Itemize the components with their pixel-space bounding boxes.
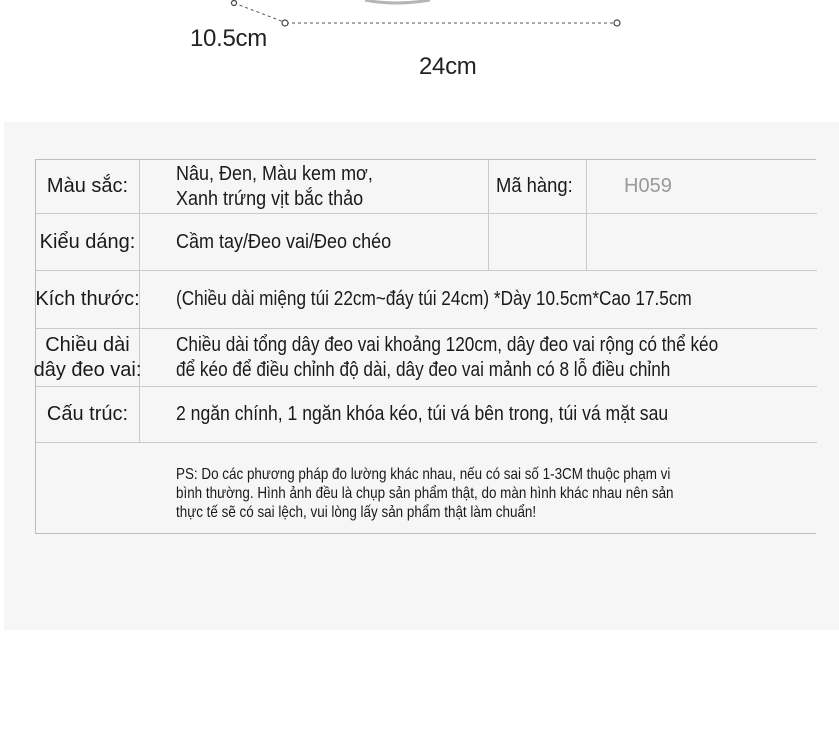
column-divider: [488, 214, 489, 270]
note-text: PS: Do các phương pháp đo lường khác nha…: [176, 465, 674, 521]
table-row-style: Kiểu dáng: Cầm tay/Đeo vai/Đeo chéo: [36, 214, 817, 271]
code-value: H059: [624, 175, 672, 197]
size-value: (Chiều dài miệng túi 22cm~đáy túi 24cm) …: [176, 288, 692, 310]
style-value: Cầm tay/Đeo vai/Đeo chéo: [176, 230, 392, 253]
table-row-size: Kích thước: (Chiều dài miệng túi 22cm~đá…: [35, 271, 817, 329]
table-row-structure: Cấu trúc: 2 ngăn chính, 1 ngăn khóa kéo,…: [36, 387, 817, 443]
table-row-strap: Chiều dài dây đeo vai: Chiều dài tổng dâ…: [34, 329, 817, 387]
size-label: Kích thước:: [35, 271, 140, 328]
code-label: Mã hàng:: [496, 175, 573, 197]
spec-table: Màu sắc: Nâu, Đen, Màu kem mơ, Xanh trứn…: [34, 159, 817, 535]
depth-dimension-line: [233, 2, 285, 23]
style-label: Kiểu dáng:: [36, 214, 140, 270]
table-row-color: Màu sắc: Nâu, Đen, Màu kem mơ, Xanh trứn…: [36, 160, 817, 214]
bag-bottom-edge: [364, 0, 431, 5]
column-divider: [488, 160, 489, 213]
color-label: Màu sắc:: [36, 160, 140, 213]
structure-value: 2 ngăn chính, 1 ngăn khóa kéo, túi vá bê…: [176, 403, 669, 425]
product-spec-page: 10.5cm 24cm Màu sắc: Nâu, Đen, Màu kem m…: [0, 0, 839, 741]
color-value: Nâu, Đen, Màu kem mơ, Xanh trứng vịt bắc…: [176, 162, 373, 210]
width-end-marker: [613, 19, 621, 27]
column-divider: [586, 160, 587, 213]
depth-label: 10.5cm: [190, 25, 267, 52]
depth-end-marker: [230, 0, 238, 7]
strap-label: Chiều dài dây đeo vai:: [34, 329, 141, 386]
spec-panel: Màu sắc: Nâu, Đen, Màu kem mơ, Xanh trứn…: [4, 122, 839, 630]
strap-value: Chiều dài tổng dây đeo vai khoảng 120cm,…: [176, 333, 719, 381]
column-divider: [586, 214, 587, 270]
width-label: 24cm: [419, 53, 477, 80]
structure-label: Cấu trúc:: [36, 387, 140, 442]
width-start-marker: [281, 19, 289, 27]
table-row-note: PS: Do các phương pháp đo lường khác nha…: [36, 443, 817, 535]
